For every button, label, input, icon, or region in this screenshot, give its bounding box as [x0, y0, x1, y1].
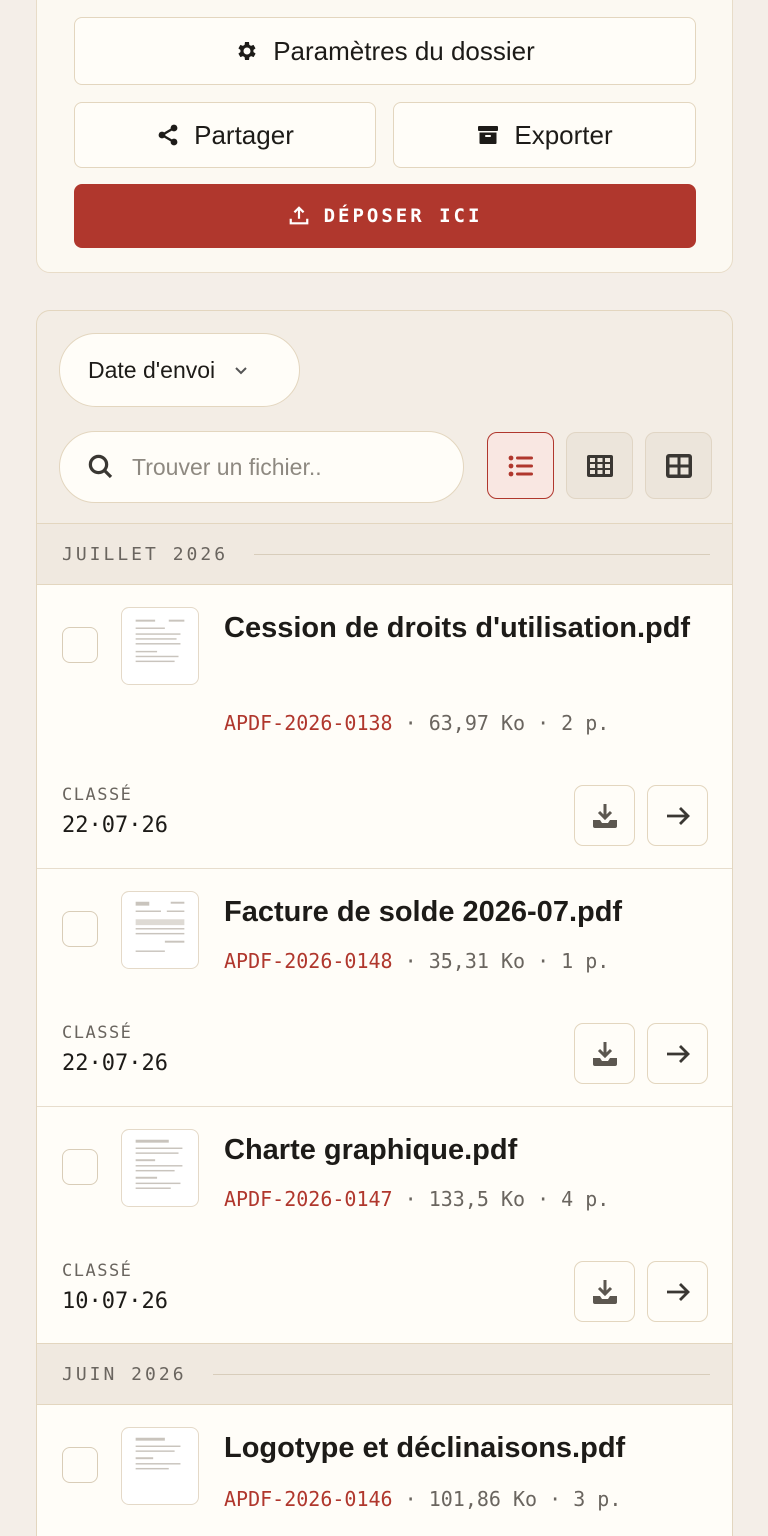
- meta-separator: ·: [525, 711, 562, 735]
- row-checkbox[interactable]: [62, 1149, 98, 1185]
- file-thumbnail: [121, 1129, 199, 1207]
- file-row[interactable]: Logotype et déclinaisons.pdf APDF-2026-0…: [37, 1405, 732, 1536]
- file-name[interactable]: Cession de droits d'utilisation.pdf: [224, 605, 704, 652]
- status-label: CLASSÉ: [62, 1023, 133, 1043]
- meta-separator: ·: [392, 711, 429, 735]
- upload-button[interactable]: DÉPOSER ICI: [74, 184, 696, 248]
- meta-separator: ·: [525, 1187, 562, 1211]
- export-button[interactable]: Exporter: [393, 102, 696, 168]
- search-field[interactable]: [59, 431, 464, 503]
- file-row[interactable]: Facture de solde 2026-07.pdf APDF-2026-0…: [37, 869, 732, 1107]
- table-icon: [586, 454, 613, 477]
- sort-label: Date d'envoi: [88, 356, 216, 383]
- file-pages: 1 p.: [561, 949, 610, 973]
- file-name[interactable]: Charte graphique.pdf: [224, 1127, 704, 1174]
- file-size: 133,5 Ko: [428, 1187, 526, 1211]
- file-ref: APDF-2026-0146: [224, 1487, 393, 1511]
- share-button[interactable]: Partager: [74, 102, 376, 168]
- archive-icon: [478, 126, 499, 144]
- search-input[interactable]: [132, 453, 432, 481]
- file-name[interactable]: Facture de solde 2026-07.pdf: [224, 889, 704, 936]
- download-icon: [592, 1279, 617, 1304]
- chevron-down-icon: [235, 367, 247, 375]
- folder-actions-card: Paramètres du dossier Partager Exporter …: [36, 0, 733, 273]
- sort-dropdown[interactable]: Date d'envoi: [59, 333, 300, 407]
- file-meta: APDF-2026-0147 · 133,5 Ko · 4 p.: [224, 1187, 609, 1211]
- file-thumbnail: [121, 607, 199, 685]
- view-grid-button[interactable]: [645, 432, 712, 499]
- download-icon: [592, 803, 617, 828]
- status-date: 22·07·26: [62, 1051, 168, 1076]
- meta-separator: ·: [537, 1487, 574, 1511]
- file-meta: APDF-2026-0138 · 63,97 Ko · 2 p.: [224, 711, 609, 735]
- grid-icon: [665, 453, 692, 478]
- status-label: CLASSÉ: [62, 785, 133, 805]
- file-size: 63,97 Ko: [428, 711, 526, 735]
- download-button[interactable]: [574, 1023, 635, 1084]
- gear-icon: [238, 42, 256, 60]
- file-name[interactable]: Logotype et déclinaisons.pdf: [224, 1425, 704, 1472]
- group-header: JUILLET 2026: [37, 523, 732, 585]
- download-icon: [592, 1041, 617, 1066]
- arrow-right-icon: [666, 1044, 690, 1063]
- file-row[interactable]: Charte graphique.pdf APDF-2026-0147 · 13…: [37, 1107, 732, 1344]
- download-button[interactable]: [574, 1261, 635, 1322]
- file-meta: APDF-2026-0148 · 35,31 Ko · 1 p.: [224, 949, 609, 973]
- divider: [254, 553, 710, 555]
- file-pages: 2 p.: [561, 711, 610, 735]
- file-ref: APDF-2026-0138: [224, 711, 393, 735]
- upload-label: DÉPOSER ICI: [323, 205, 483, 227]
- arrow-right-icon: [666, 1282, 690, 1301]
- group-title: JUIN 2026: [62, 1363, 187, 1385]
- folder-settings-label: Paramètres du dossier: [273, 35, 535, 66]
- search-icon: [88, 454, 113, 479]
- row-checkbox[interactable]: [62, 911, 98, 947]
- file-ref: APDF-2026-0148: [224, 949, 393, 973]
- group-title: JUILLET 2026: [62, 543, 229, 565]
- open-button[interactable]: [647, 1023, 708, 1084]
- upload-icon: [289, 206, 308, 225]
- file-thumbnail: [121, 891, 199, 969]
- meta-separator: ·: [392, 1187, 429, 1211]
- row-checkbox[interactable]: [62, 1447, 98, 1483]
- file-thumbnail: [121, 1427, 199, 1505]
- meta-separator: ·: [392, 1487, 429, 1511]
- file-row[interactable]: Cession de droits d'utilisation.pdf APDF…: [37, 585, 732, 869]
- share-icon: [158, 124, 178, 146]
- meta-separator: ·: [525, 949, 562, 973]
- open-button[interactable]: [647, 1261, 708, 1322]
- view-table-button[interactable]: [566, 432, 633, 499]
- row-checkbox[interactable]: [62, 627, 98, 663]
- export-label: Exporter: [514, 119, 613, 150]
- group-header: JUIN 2026: [37, 1343, 732, 1405]
- file-size: 101,86 Ko: [428, 1487, 538, 1511]
- file-meta: APDF-2026-0146 · 101,86 Ko · 3 p.: [224, 1487, 621, 1511]
- list-icon: [508, 455, 533, 476]
- file-pages: 4 p.: [561, 1187, 610, 1211]
- status-label: CLASSÉ: [62, 1261, 133, 1281]
- folder-settings-button[interactable]: Paramètres du dossier: [74, 17, 696, 85]
- download-button[interactable]: [574, 785, 635, 846]
- status-date: 10·07·26: [62, 1289, 168, 1314]
- divider: [212, 1373, 710, 1375]
- open-button[interactable]: [647, 785, 708, 846]
- file-pages: 3 p.: [573, 1487, 622, 1511]
- share-label: Partager: [194, 119, 294, 150]
- arrow-right-icon: [666, 806, 690, 825]
- status-date: 22·07·26: [62, 813, 168, 838]
- file-list-card: Date d'envoi JUILLET 2026 Cession de dro…: [36, 310, 733, 1536]
- file-ref: APDF-2026-0147: [224, 1187, 393, 1211]
- view-list-button[interactable]: [487, 432, 554, 499]
- meta-separator: ·: [392, 949, 429, 973]
- file-size: 35,31 Ko: [428, 949, 526, 973]
